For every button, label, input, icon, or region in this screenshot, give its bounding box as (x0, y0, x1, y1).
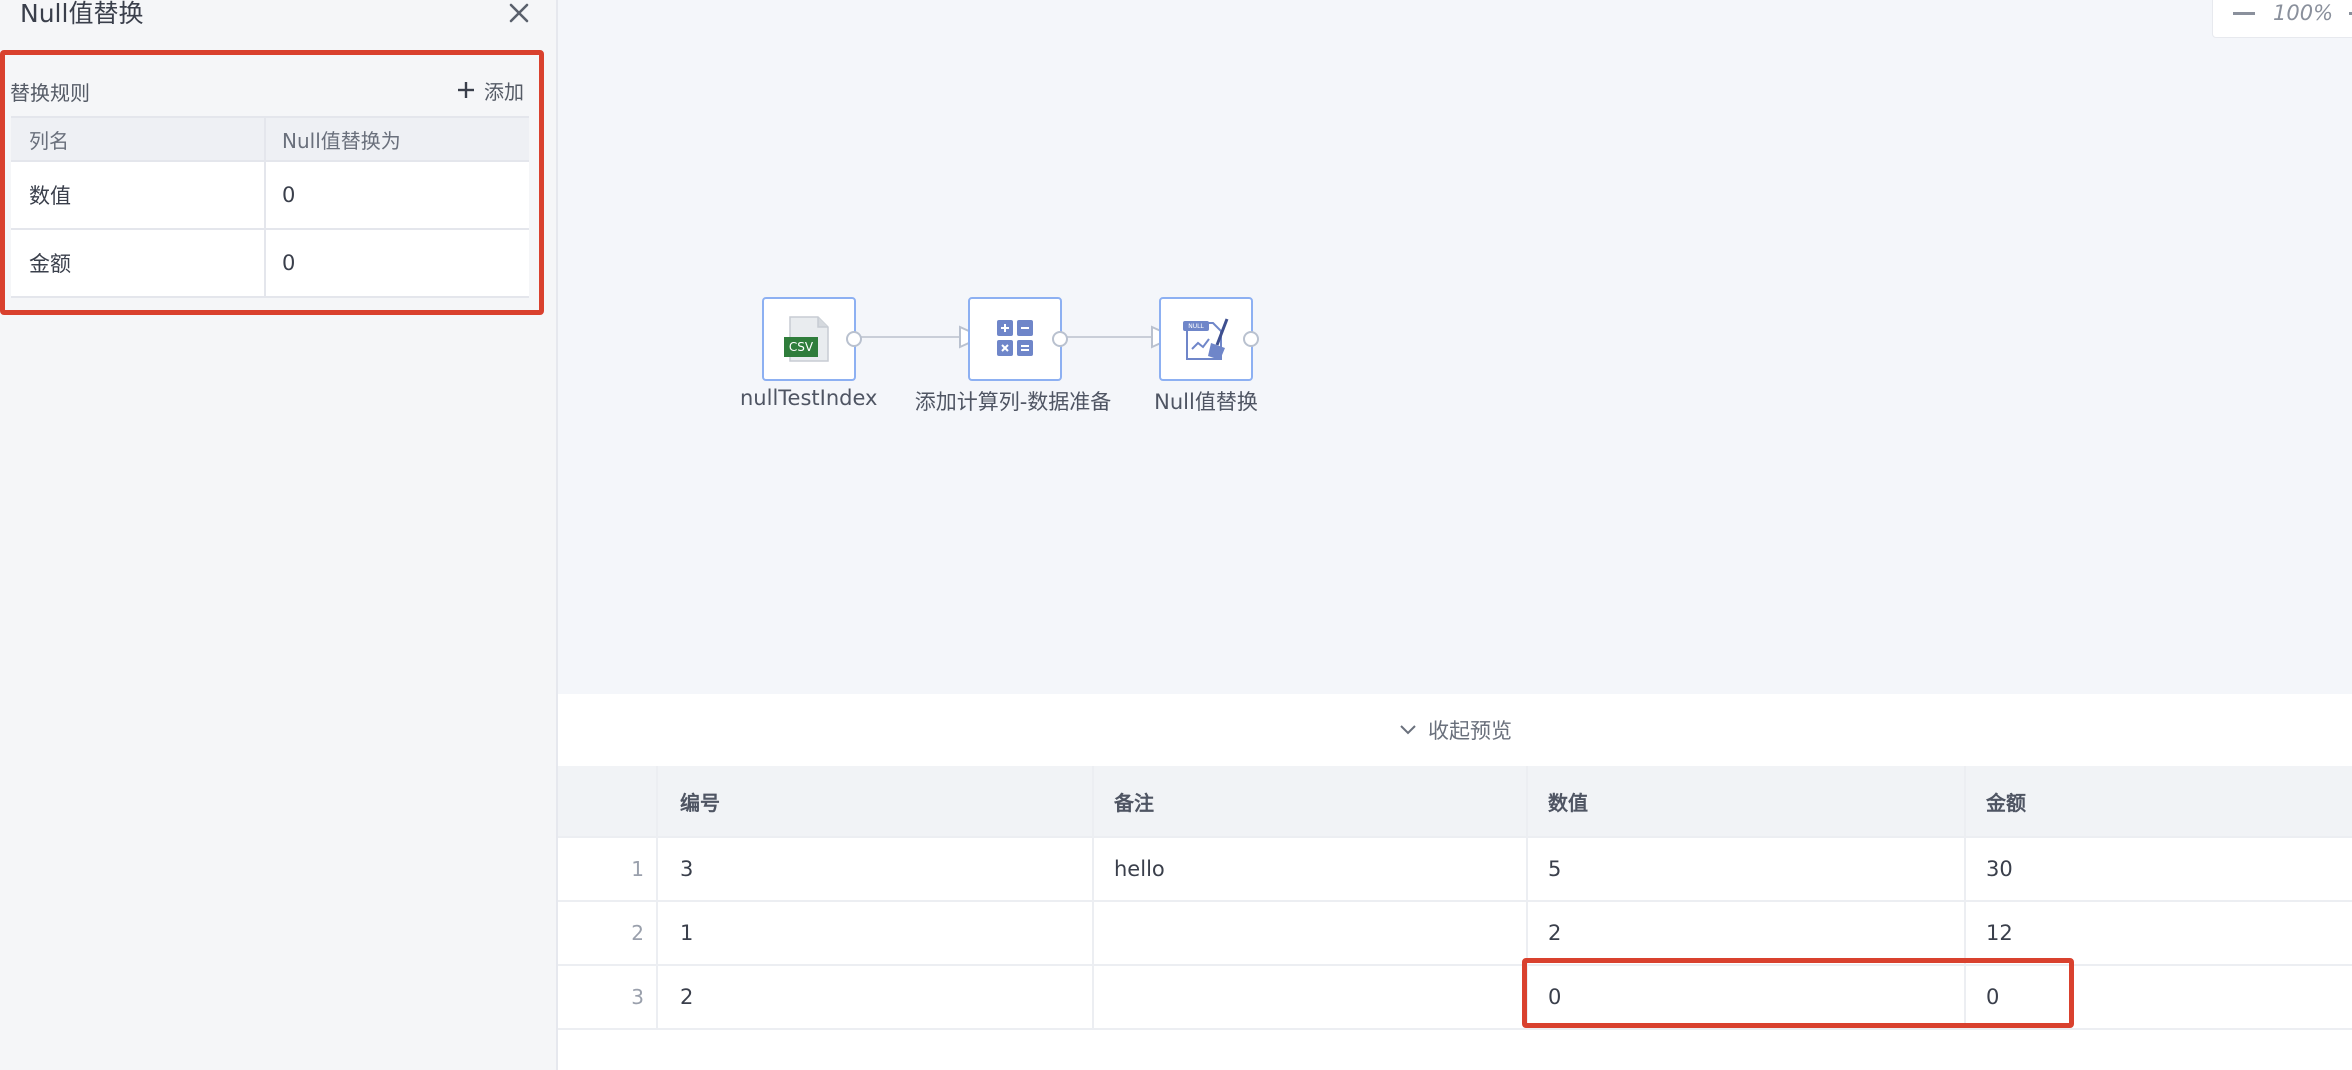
table-cell: 2 (1528, 902, 1966, 964)
column-header[interactable]: 金额 (1966, 766, 2352, 836)
preview-table-header: 编号 备注 数值 金额 (558, 766, 2352, 838)
node-label: 添加计算列-数据准备 (914, 390, 1112, 414)
table-row: 1 3 hello 5 30 (558, 838, 2352, 902)
row-index: 3 (558, 966, 658, 1028)
node-label: Null值替换 (1154, 390, 1258, 414)
output-port[interactable] (1052, 331, 1068, 347)
flow-node-null-replace[interactable]: NULL (1159, 297, 1259, 381)
table-cell: 3 (658, 838, 1094, 900)
preview-table: 编号 备注 数值 金额 1 3 hello 5 30 2 1 2 12 3 2 … (558, 766, 2352, 1030)
table-cell (1094, 902, 1528, 964)
flow-node-calculated-column[interactable] (968, 297, 1068, 381)
table-cell (1094, 966, 1528, 1028)
table-cell: 1 (658, 902, 1094, 964)
table-cell: hello (1094, 838, 1528, 900)
calculator-icon (997, 320, 1033, 356)
data-preview-panel: 收起预览 编号 备注 数值 金额 1 3 hello 5 30 2 1 2 12… (558, 694, 2352, 1070)
column-header[interactable]: 数值 (1528, 766, 1966, 836)
table-cell: 12 (1986, 921, 2013, 945)
column-header[interactable]: 备注 (1094, 766, 1528, 836)
null-badge: NULL (1188, 322, 1204, 330)
table-cell: 30 (1986, 857, 2013, 881)
row-index-header (558, 766, 658, 836)
collapse-preview-label: 收起预览 (1428, 719, 1512, 743)
column-header[interactable]: 编号 (658, 766, 1094, 836)
table-row: 3 2 0 0 (558, 966, 2352, 1030)
collapse-preview-button[interactable]: 收起预览 (558, 694, 2352, 768)
output-port[interactable] (1243, 331, 1259, 347)
table-cell: 2 (658, 966, 1094, 1028)
csv-badge: CSV (788, 340, 814, 354)
null-replace-broom-icon (1183, 318, 1229, 360)
row-index: 2 (558, 902, 658, 964)
output-port[interactable] (846, 331, 862, 347)
node-label: nullTestIndex (740, 386, 878, 410)
flow-node-csv-source[interactable]: CSV (762, 297, 862, 381)
table-cell: 5 (1528, 838, 1966, 900)
table-row: 2 1 2 12 (558, 902, 2352, 966)
replaced-values-highlight-box (1522, 958, 2074, 1028)
chevron-down-icon (1400, 725, 1416, 735)
row-index: 1 (558, 838, 658, 900)
